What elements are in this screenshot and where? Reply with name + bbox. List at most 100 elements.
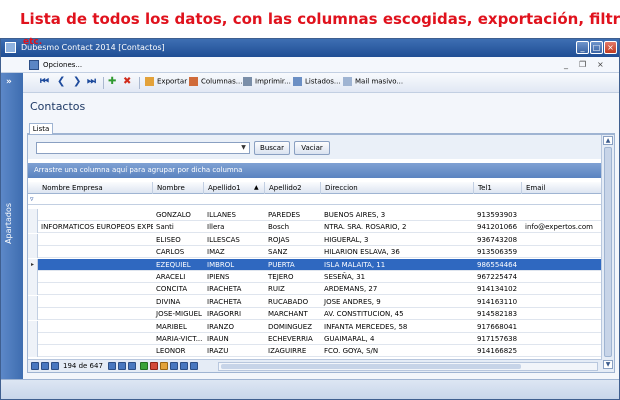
columns-button[interactable]: Columnas... bbox=[189, 77, 242, 86]
cell-tel1[interactable]: 936743208 bbox=[474, 234, 522, 246]
cell-direccion[interactable]: FCO. GOYA, S/N bbox=[321, 345, 474, 357]
tab-lista[interactable]: Lista bbox=[29, 123, 53, 134]
first-record-button[interactable]: ⏮ bbox=[40, 76, 49, 87]
cell-direccion[interactable]: INFANTA MERCEDES, 58 bbox=[321, 321, 474, 333]
cell-apellido1[interactable]: ILLESCAS bbox=[204, 234, 265, 246]
cell-email[interactable] bbox=[522, 296, 602, 308]
cell-nombre[interactable]: CARLOS bbox=[153, 246, 204, 258]
cell-apellido1[interactable]: IRAGORRI bbox=[204, 308, 265, 320]
row-indicator[interactable] bbox=[28, 221, 38, 234]
cell-tel1[interactable]: 913593903 bbox=[474, 209, 522, 221]
nav-prev-icon[interactable] bbox=[51, 362, 59, 370]
cell-tel1[interactable]: 917668041 bbox=[474, 321, 522, 333]
cell-nombre[interactable]: MARIA-VICT... bbox=[153, 333, 204, 345]
cell-empresa[interactable] bbox=[38, 321, 153, 333]
nav-last-icon[interactable] bbox=[128, 362, 136, 370]
cell-direccion[interactable]: AV. CONSTITUCION, 45 bbox=[321, 308, 474, 320]
filter-icon[interactable]: ▿ bbox=[30, 195, 34, 203]
table-row[interactable]: DIVINA IRACHETA RUCABADO JOSE ANDRES, 9 9141… bbox=[28, 295, 602, 308]
cell-empresa[interactable]: INFORMATICOS EUROPEOS EXPE... bbox=[38, 221, 153, 233]
cell-nombre[interactable]: MARIBEL bbox=[153, 321, 204, 333]
nav-refresh-icon[interactable] bbox=[190, 362, 198, 370]
cell-tel1[interactable]: 914163110 bbox=[474, 296, 522, 308]
cell-tel1[interactable]: 967225474 bbox=[474, 271, 522, 283]
table-row[interactable]: GONZALO ILLANES PAREDES BUENOS AIRES, 3 9135… bbox=[28, 209, 602, 221]
cell-direccion[interactable]: SESEÑA, 31 bbox=[321, 271, 474, 283]
nav-prev-page-icon[interactable] bbox=[41, 362, 49, 370]
table-row[interactable]: MARIBEL IRANZO DOMINGUEZ INFANTA MERCEDES, … bbox=[28, 320, 602, 333]
previous-record-button[interactable]: ❮ bbox=[57, 76, 65, 87]
nav-next-page-icon[interactable] bbox=[118, 362, 126, 370]
row-indicator[interactable] bbox=[28, 246, 38, 259]
search-combo[interactable]: ▼ bbox=[36, 142, 250, 154]
add-record-button[interactable]: ✚ bbox=[108, 76, 116, 87]
cell-nombre[interactable]: Santi bbox=[153, 221, 204, 233]
row-indicator[interactable]: ▸ bbox=[28, 258, 38, 271]
cell-apellido2[interactable]: IZAGUIRRE bbox=[265, 345, 321, 357]
nav-cancel-icon[interactable] bbox=[180, 362, 188, 370]
cell-apellido1[interactable]: IRACHETA bbox=[204, 283, 265, 295]
last-record-button[interactable]: ⏭ bbox=[87, 76, 96, 87]
table-row[interactable]: JOSE-MIGUEL IRAGORRI MARCHANT AV. CONSTITUC… bbox=[28, 308, 602, 321]
row-indicator[interactable] bbox=[28, 271, 38, 283]
scroll-down-icon[interactable]: ▼ bbox=[603, 360, 613, 369]
chevron-down-icon[interactable]: ▼ bbox=[239, 144, 248, 152]
cell-apellido2[interactable]: PAREDES bbox=[265, 209, 321, 221]
cell-apellido1[interactable]: IRANZO bbox=[204, 321, 265, 333]
close-button[interactable]: × bbox=[604, 41, 617, 54]
cell-nombre[interactable]: CONCITA bbox=[153, 283, 204, 295]
cell-direccion[interactable]: GUAIMARAL, 4 bbox=[321, 333, 474, 345]
cell-email[interactable] bbox=[522, 246, 602, 258]
cell-apellido2[interactable]: ECHEVERRIA bbox=[265, 333, 321, 345]
table-row[interactable]: CARLOS IMAZ SANZ HILARION ESLAVA, 36 9135063… bbox=[28, 246, 602, 259]
cell-tel1[interactable]: 986554464 bbox=[474, 259, 522, 271]
export-button[interactable]: Exportar bbox=[145, 77, 187, 86]
cell-email[interactable] bbox=[522, 283, 602, 295]
cell-empresa[interactable] bbox=[38, 271, 153, 283]
nav-first-icon[interactable] bbox=[31, 362, 39, 370]
cell-apellido1[interactable]: IRACHETA bbox=[204, 296, 265, 308]
cell-empresa[interactable] bbox=[38, 234, 153, 246]
cell-apellido2[interactable]: PUERTA bbox=[265, 259, 321, 271]
cell-apellido2[interactable]: ROJAS bbox=[265, 234, 321, 246]
cell-email[interactable] bbox=[522, 308, 602, 320]
cell-apellido1[interactable]: Illera bbox=[204, 221, 265, 233]
table-row[interactable]: ▸ EZEQUIEL IMBROL PUERTA ISLA MALAITA, 11 986… bbox=[28, 258, 602, 271]
cell-email[interactable] bbox=[522, 333, 602, 345]
listings-button[interactable]: Listados... bbox=[293, 77, 341, 86]
cell-apellido1[interactable]: IMAZ bbox=[204, 246, 265, 258]
filter-row[interactable]: ▿ bbox=[28, 194, 602, 205]
nav-edit-icon[interactable] bbox=[160, 362, 168, 370]
cell-direccion[interactable]: HILARION ESLAVA, 36 bbox=[321, 246, 474, 258]
sidebar-label[interactable]: Apartados bbox=[4, 203, 13, 244]
cell-empresa[interactable] bbox=[38, 259, 153, 271]
cell-apellido2[interactable]: TEJERO bbox=[265, 271, 321, 283]
cell-empresa[interactable] bbox=[38, 209, 153, 221]
cell-empresa[interactable] bbox=[38, 283, 153, 295]
scroll-thumb[interactable] bbox=[604, 147, 612, 357]
cell-tel1[interactable]: 913506359 bbox=[474, 246, 522, 258]
cell-apellido2[interactable]: Bosch bbox=[265, 221, 321, 233]
next-record-button[interactable]: ❯ bbox=[73, 76, 81, 87]
cell-nombre[interactable]: ELISEO bbox=[153, 234, 204, 246]
group-by-panel[interactable]: Arrastre una columna aquí para agrupar p… bbox=[28, 163, 602, 178]
nav-delete-icon[interactable] bbox=[150, 362, 158, 370]
mdi-restore-button[interactable]: ❐ bbox=[579, 60, 586, 69]
nav-save-icon[interactable] bbox=[170, 362, 178, 370]
table-row[interactable]: ARACELI IPIENS TEJERO SESEÑA, 31 967225474 bbox=[28, 271, 602, 283]
horizontal-scroll-thumb[interactable] bbox=[221, 364, 521, 369]
cell-email[interactable] bbox=[522, 259, 602, 271]
cell-apellido2[interactable]: MARCHANT bbox=[265, 308, 321, 320]
cell-tel1[interactable]: 914582183 bbox=[474, 308, 522, 320]
column-header-nombre[interactable]: Nombre bbox=[153, 182, 204, 194]
row-indicator[interactable] bbox=[28, 283, 38, 296]
cell-nombre[interactable]: ARACELI bbox=[153, 271, 204, 283]
cell-email[interactable] bbox=[522, 321, 602, 333]
search-button[interactable]: Buscar bbox=[254, 141, 290, 155]
cell-apellido2[interactable]: DOMINGUEZ bbox=[265, 321, 321, 333]
table-row[interactable]: MARIA-VICT... IRAUN ECHEVERRIA GUAIMARAL, 4… bbox=[28, 333, 602, 345]
sidebar-toggle-icon[interactable]: » bbox=[6, 77, 12, 87]
nav-add-icon[interactable] bbox=[140, 362, 148, 370]
cell-nombre[interactable]: GONZALO bbox=[153, 209, 204, 221]
cell-apellido1[interactable]: IRAUN bbox=[204, 333, 265, 345]
